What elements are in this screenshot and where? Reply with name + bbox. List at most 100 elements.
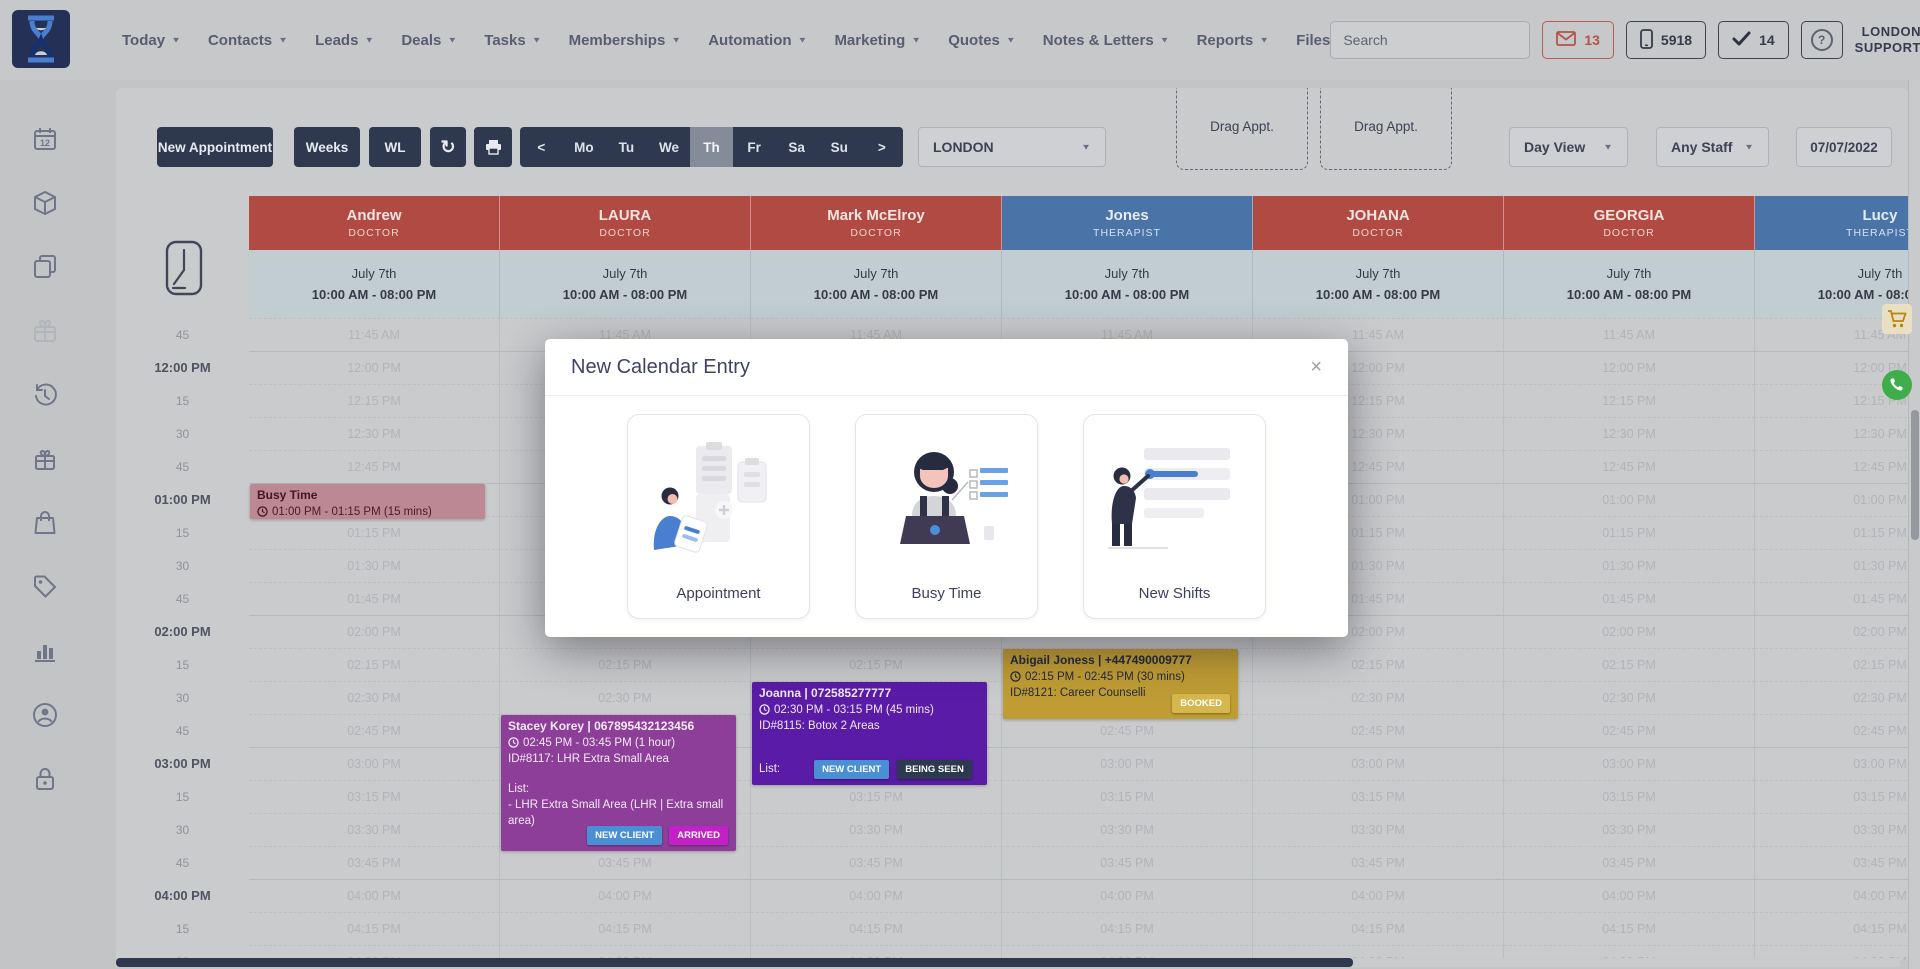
time-slot[interactable]: 04:15 PM	[1002, 912, 1253, 945]
date-picker[interactable]: 07/07/2022	[1796, 127, 1892, 167]
time-slot[interactable]: 03:45 PM	[751, 846, 1002, 879]
appointment-block[interactable]: Abigail Joness | +44749000977702:15 PM -…	[1003, 649, 1238, 719]
time-slot[interactable]: 03:45 PM	[1002, 846, 1253, 879]
copy-icon[interactable]	[32, 254, 58, 280]
time-slot[interactable]: 12:30 PM	[1755, 417, 1908, 450]
time-slot[interactable]: 04:15 PM	[1504, 912, 1755, 945]
call-icon[interactable]	[1882, 370, 1912, 400]
day-th[interactable]: Th	[690, 127, 733, 167]
time-slot[interactable]: 04:15 PM	[249, 912, 500, 945]
time-slot[interactable]: 12:00 PM	[249, 351, 500, 384]
time-slot[interactable]: 03:30 PM	[1504, 813, 1755, 846]
time-slot[interactable]: 03:00 PM	[249, 747, 500, 780]
time-slot[interactable]: 01:30 PM	[1755, 549, 1908, 582]
time-slot[interactable]: 03:00 PM	[1002, 747, 1253, 780]
time-slot[interactable]: 03:30 PM	[1002, 813, 1253, 846]
modal-option-busy-time[interactable]: Busy Time	[855, 414, 1038, 619]
time-slot[interactable]: 03:00 PM	[1253, 747, 1504, 780]
time-slot[interactable]: 04:00 PM	[1002, 879, 1253, 912]
gift-icon[interactable]	[32, 446, 58, 472]
time-slot[interactable]: 03:15 PM	[1002, 780, 1253, 813]
help-button[interactable]: ?	[1801, 21, 1843, 59]
time-slot[interactable]: 02:30 PM	[1253, 681, 1504, 714]
nav-item-automation[interactable]: Automation▼	[708, 32, 807, 49]
vertical-scrollbar[interactable]	[1908, 80, 1920, 969]
package-icon[interactable]	[32, 190, 58, 216]
time-slot[interactable]: 04:00 PM	[751, 879, 1002, 912]
nav-item-leads[interactable]: Leads▼	[315, 32, 374, 49]
time-slot[interactable]: 11:45 AM	[1504, 318, 1755, 351]
time-slot[interactable]: 04:00 PM	[1253, 879, 1504, 912]
time-slot[interactable]: 04:15 PM	[1253, 912, 1504, 945]
time-slot[interactable]: 04:15 PM	[751, 912, 1002, 945]
time-slot[interactable]: 11:45 AM	[249, 318, 500, 351]
chart-icon[interactable]	[32, 638, 58, 664]
new-appointment-button[interactable]: New Appointment	[157, 127, 273, 167]
time-slot[interactable]: 12:45 PM	[1504, 450, 1755, 483]
time-slot[interactable]: 01:15 PM	[1504, 516, 1755, 549]
time-slot[interactable]: 03:30 PM	[1755, 813, 1908, 846]
time-slot[interactable]: 02:00 PM	[1504, 615, 1755, 648]
nav-item-reports[interactable]: Reports▼	[1197, 32, 1270, 49]
appointment-block[interactable]: Stacey Korey | 06789543212345602:45 PM -…	[501, 715, 736, 851]
appointment-block[interactable]: Joanna | 07258527777702:30 PM - 03:15 PM…	[752, 682, 987, 785]
time-slot[interactable]: 02:30 PM	[500, 681, 751, 714]
drag-appt-slot-1[interactable]: Drag Appt.	[1176, 88, 1308, 170]
calendar-icon[interactable]: 12	[32, 126, 58, 152]
time-slot[interactable]: 01:15 PM	[1755, 516, 1908, 549]
nav-item-contacts[interactable]: Contacts▼	[208, 32, 288, 49]
time-slot[interactable]: 02:45 PM	[1253, 714, 1504, 747]
time-slot[interactable]: 01:30 PM	[249, 549, 500, 582]
time-slot[interactable]: 03:00 PM	[1755, 747, 1908, 780]
day-tu[interactable]: Tu	[605, 127, 648, 167]
time-slot[interactable]: 12:30 PM	[1504, 417, 1755, 450]
nav-item-deals[interactable]: Deals▼	[401, 32, 457, 49]
time-slot[interactable]: 03:15 PM	[1755, 780, 1908, 813]
time-slot[interactable]: 02:00 PM	[1755, 615, 1908, 648]
horizontal-scrollbar-thumb[interactable]	[116, 958, 1353, 967]
time-slot[interactable]: 12:30 PM	[249, 417, 500, 450]
time-slot[interactable]: 03:45 PM	[1504, 846, 1755, 879]
time-slot[interactable]: 02:30 PM	[1504, 681, 1755, 714]
time-slot[interactable]: 12:15 PM	[249, 384, 500, 417]
time-slot[interactable]: 02:15 PM	[1755, 648, 1908, 681]
weeks-button[interactable]: Weeks	[294, 127, 360, 167]
print-icon[interactable]	[474, 127, 512, 167]
time-slot[interactable]: 02:15 PM	[1253, 648, 1504, 681]
time-slot[interactable]: 12:45 PM	[1755, 450, 1908, 483]
time-slot[interactable]: 03:30 PM	[751, 813, 1002, 846]
time-slot[interactable]: 04:00 PM	[500, 879, 751, 912]
time-slot[interactable]: 02:30 PM	[1755, 681, 1908, 714]
time-slot[interactable]: 02:30 PM	[249, 681, 500, 714]
time-slot[interactable]: 04:00 PM	[1755, 879, 1908, 912]
time-slot[interactable]: 02:00 PM	[249, 615, 500, 648]
next-day-button[interactable]: >	[861, 127, 904, 167]
time-slot[interactable]: 02:15 PM	[500, 648, 751, 681]
shopping-bag-icon[interactable]	[32, 510, 58, 536]
location-select[interactable]: LONDON ▼	[918, 127, 1106, 167]
nav-item-quotes[interactable]: Quotes▼	[948, 32, 1016, 49]
phone-badge-button[interactable]: 5918	[1626, 21, 1706, 59]
staff-select[interactable]: Any Staff ▼	[1656, 127, 1769, 167]
nav-item-notes-letters[interactable]: Notes & Letters▼	[1043, 32, 1170, 49]
time-slot[interactable]: 03:30 PM	[249, 813, 500, 846]
time-slot[interactable]: 04:00 PM	[1504, 879, 1755, 912]
lock-icon[interactable]	[32, 766, 58, 792]
vertical-scrollbar-thumb[interactable]	[1911, 410, 1919, 540]
day-sa[interactable]: Sa	[775, 127, 818, 167]
prev-day-button[interactable]: <	[520, 127, 563, 167]
time-slot[interactable]: 12:45 PM	[249, 450, 500, 483]
drag-appt-slot-2[interactable]: Drag Appt.	[1320, 88, 1452, 170]
nav-item-tasks[interactable]: Tasks▼	[484, 32, 541, 49]
time-slot[interactable]: 04:15 PM	[500, 912, 751, 945]
busy-time-block[interactable]: Busy Time01:00 PM - 01:15 PM (15 mins)	[250, 484, 485, 519]
time-slot[interactable]: 01:30 PM	[1504, 549, 1755, 582]
time-slot[interactable]: 02:15 PM	[751, 648, 1002, 681]
day-we[interactable]: We	[648, 127, 691, 167]
time-slot[interactable]: 01:45 PM	[1755, 582, 1908, 615]
day-su[interactable]: Su	[818, 127, 861, 167]
time-slot[interactable]: 12:00 PM	[1504, 351, 1755, 384]
cart-icon[interactable]	[1882, 304, 1912, 334]
nav-item-marketing[interactable]: Marketing▼	[834, 32, 921, 49]
refresh-icon[interactable]: ↻	[430, 127, 466, 167]
